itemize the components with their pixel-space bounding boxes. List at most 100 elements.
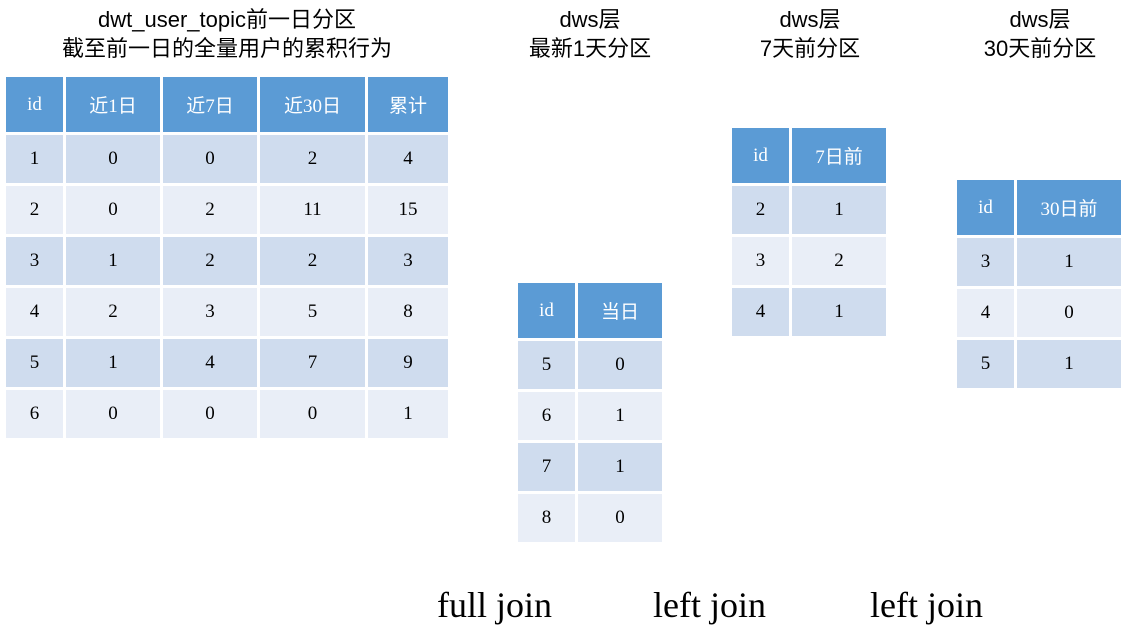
column-header: 30日前	[1017, 180, 1121, 235]
table-cell: 0	[66, 135, 160, 183]
dws-7d-table: id 7日前 2 1 3 2 4 1	[729, 125, 889, 339]
table-header-row: id 30日前	[957, 180, 1121, 235]
table-row: 6 1	[518, 392, 662, 440]
table-cell: 3	[6, 237, 63, 285]
table-cell: 1	[66, 237, 160, 285]
table-cell: 4	[368, 135, 448, 183]
table-cell: 7	[518, 443, 575, 491]
table-cell: 3	[368, 237, 448, 285]
table-row: 2 1	[732, 186, 886, 234]
table-cell: 0	[578, 494, 662, 542]
table-cell: 0	[66, 390, 160, 438]
table-row: 3 1 2 2 3	[6, 237, 448, 285]
table-cell: 0	[1017, 289, 1121, 337]
column-header: id	[957, 180, 1014, 235]
column-header: 近7日	[163, 77, 257, 132]
table-cell: 5	[6, 339, 63, 387]
table-cell: 2	[163, 237, 257, 285]
table-cell: 2	[260, 237, 365, 285]
table-row: 4 1	[732, 288, 886, 336]
table-cell: 0	[578, 341, 662, 389]
table-cell: 4	[957, 289, 1014, 337]
table-cell: 6	[518, 392, 575, 440]
table-cell: 5	[957, 340, 1014, 388]
table-cell: 1	[792, 186, 886, 234]
table-cell: 2	[260, 135, 365, 183]
dwt-table: id 近1日 近7日 近30日 累计 1 0 0 2 4 2 0 2 11 15…	[3, 74, 451, 441]
dws-30d-table: id 30日前 3 1 4 0 5 1	[954, 177, 1124, 391]
table-row: 4 0	[957, 289, 1121, 337]
table-cell: 9	[368, 339, 448, 387]
table-cell: 3	[163, 288, 257, 336]
table-cell: 5	[518, 341, 575, 389]
table-cell: 0	[66, 186, 160, 234]
dws-7d-title-line-1: dws层	[779, 7, 841, 32]
left-join-label-1: left join	[653, 585, 766, 625]
column-header: 累计	[368, 77, 448, 132]
table-cell: 0	[260, 390, 365, 438]
table-row: 3 2	[732, 237, 886, 285]
table-cell: 8	[518, 494, 575, 542]
column-header: 当日	[578, 283, 662, 338]
table-cell: 3	[732, 237, 789, 285]
table-cell: 1	[66, 339, 160, 387]
table-cell: 1	[368, 390, 448, 438]
dws-7d-title-line-2: 7天前分区	[759, 36, 861, 61]
table-row: 5 1	[957, 340, 1121, 388]
table-cell: 1	[578, 392, 662, 440]
table-cell: 1	[1017, 340, 1121, 388]
table-cell: 1	[6, 135, 63, 183]
column-header: 近1日	[66, 77, 160, 132]
table-row: 4 2 3 5 8	[6, 288, 448, 336]
dws-1d-table: id 当日 5 0 6 1 7 1 8 0	[515, 280, 665, 545]
table-cell: 15	[368, 186, 448, 234]
table-cell: 11	[260, 186, 365, 234]
column-header: id	[6, 77, 63, 132]
dws-30d-title-line-1: dws层	[1009, 7, 1071, 32]
table-header-row: id 近1日 近7日 近30日 累计	[6, 77, 448, 132]
table-cell: 1	[792, 288, 886, 336]
table-cell: 1	[1017, 238, 1121, 286]
table-cell: 2	[792, 237, 886, 285]
table-cell: 0	[163, 135, 257, 183]
dws-30d-title-line-2: 30天前分区	[983, 36, 1097, 61]
table-cell: 4	[163, 339, 257, 387]
table-cell: 8	[368, 288, 448, 336]
table-cell: 2	[732, 186, 789, 234]
table-header-row: id 7日前	[732, 128, 886, 183]
table-row: 3 1	[957, 238, 1121, 286]
column-header: id	[732, 128, 789, 183]
table-row: 6 0 0 0 1	[6, 390, 448, 438]
dws-1d-title-line-2: 最新1天分区	[528, 36, 652, 61]
table-cell: 5	[260, 288, 365, 336]
table-cell: 4	[732, 288, 789, 336]
left-join-label-2: left join	[870, 585, 983, 625]
dws-1d-table-title: dws层 最新1天分区	[510, 5, 670, 63]
table-cell: 4	[6, 288, 63, 336]
table-row: 8 0	[518, 494, 662, 542]
dwt-title-line-2: 截至前一日的全量用户的累积行为	[61, 36, 392, 61]
table-cell: 3	[957, 238, 1014, 286]
dws-30d-table-title: dws层 30天前分区	[965, 5, 1115, 63]
table-cell: 6	[6, 390, 63, 438]
table-cell: 0	[163, 390, 257, 438]
column-header: id	[518, 283, 575, 338]
table-row: 1 0 0 2 4	[6, 135, 448, 183]
table-row: 5 0	[518, 341, 662, 389]
column-header: 7日前	[792, 128, 886, 183]
table-cell: 2	[66, 288, 160, 336]
table-cell: 1	[578, 443, 662, 491]
table-cell: 2	[6, 186, 63, 234]
table-cell: 7	[260, 339, 365, 387]
dws-1d-title-line-1: dws层	[559, 7, 621, 32]
dws-7d-table-title: dws层 7天前分区	[740, 5, 880, 63]
dwt-title-line-1: dwt_user_topic前一日分区	[98, 7, 356, 32]
full-join-label: full join	[437, 585, 552, 625]
dwt-table-title: dwt_user_topic前一日分区 截至前一日的全量用户的累积行为	[22, 5, 432, 63]
table-row: 2 0 2 11 15	[6, 186, 448, 234]
table-cell: 2	[163, 186, 257, 234]
table-row: 7 1	[518, 443, 662, 491]
table-row: 5 1 4 7 9	[6, 339, 448, 387]
table-header-row: id 当日	[518, 283, 662, 338]
column-header: 近30日	[260, 77, 365, 132]
